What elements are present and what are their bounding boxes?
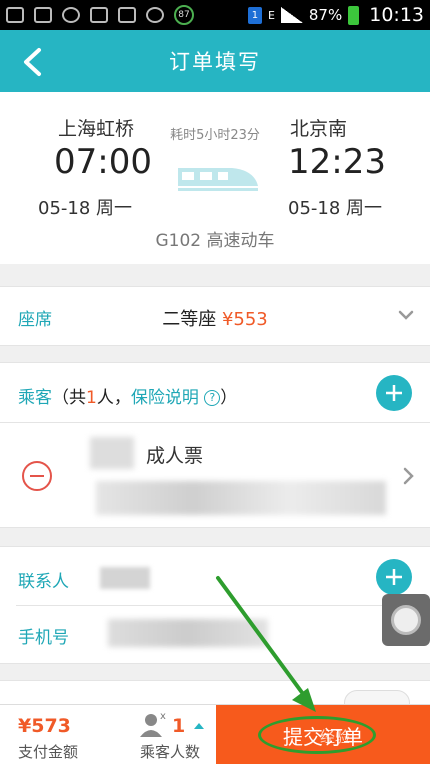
passenger-label: 乘客 <box>18 388 52 408</box>
plus-icon <box>386 385 402 401</box>
train-number: G102 高速动车 <box>155 231 275 251</box>
depart-date: 05-18 周一 <box>38 198 133 219</box>
status-bar: 87 1 E 87% 10:13 <box>0 0 430 30</box>
phone-field[interactable] <box>108 619 268 647</box>
bottom-bar: ¥573 支付金额 x 1 乘客人数 提交订单 <box>0 704 430 764</box>
app-notification-icon <box>146 7 164 23</box>
title-bar: 订单填写 <box>0 30 430 92</box>
blurred-id-number <box>96 481 386 515</box>
clock: 10:13 <box>369 4 424 26</box>
contact-name-label: 联系人 <box>18 572 69 592</box>
passenger-item[interactable]: 成人票 <box>0 422 430 528</box>
notification-count-badge: 87 <box>174 5 194 25</box>
trip-duration: 耗时5小时23分 <box>170 128 260 143</box>
passenger-total-count: 1 <box>172 715 186 737</box>
chevron-left-icon <box>24 48 41 76</box>
seat-value: 二等座 ¥553 <box>0 305 430 331</box>
passenger-count-prefix: （共 <box>52 388 86 408</box>
page-title: 订单填写 <box>169 50 261 74</box>
sim-icon: 1 <box>247 6 262 24</box>
add-passenger-button[interactable] <box>376 375 412 411</box>
total-label: 支付金额 <box>18 743 79 761</box>
passenger-count: 1 <box>86 388 97 408</box>
seat-selector[interactable]: 座席 二等座 ¥553 <box>0 286 430 346</box>
submit-order-button[interactable]: 提交订单 <box>216 705 430 764</box>
ticket-type: 成人票 <box>146 445 204 467</box>
plus-icon <box>386 569 402 585</box>
contact-name-field[interactable] <box>100 567 150 589</box>
remove-passenger-button[interactable] <box>22 461 52 491</box>
insurance-link[interactable]: 保险说明 <box>131 388 199 408</box>
chevron-right-icon <box>403 467 414 485</box>
arrive-date: 05-18 周一 <box>288 198 383 219</box>
add-notification-icon <box>6 7 24 23</box>
passenger-header-text: 乘客（共1人，保险说明 ?） <box>18 383 237 408</box>
battery-percent: 87% <box>308 6 343 24</box>
train-info-card: 上海虹桥 北京南 耗时5小时23分 07:00 12:23 05-18 周一 0… <box>0 92 430 264</box>
divider <box>16 605 414 606</box>
back-button[interactable] <box>12 42 52 82</box>
battery-icon <box>348 5 360 25</box>
blurred-name <box>90 437 134 469</box>
contact-section: 联系人 手机号 <box>0 546 430 664</box>
bullet-train-icon <box>178 168 258 191</box>
seat-price: ¥553 <box>221 309 268 330</box>
notification-icons: 87 <box>6 5 194 25</box>
help-icon[interactable]: ? <box>204 390 221 406</box>
arrive-time: 12:23 <box>288 142 386 182</box>
phone-icon <box>118 7 136 23</box>
gps-icon <box>62 7 80 23</box>
passenger-multiplier: x <box>160 711 166 722</box>
seat-class: 二等座 <box>162 309 217 330</box>
passenger-header: 乘客（共1人，保险说明 ?） <box>0 362 430 422</box>
gallery-notification-icon <box>34 7 52 23</box>
phone-label: 手机号 <box>18 628 69 648</box>
total-price: ¥573 <box>18 715 71 737</box>
chevron-down-icon <box>398 310 414 320</box>
signal-icon <box>280 7 303 23</box>
depart-time: 07:00 <box>54 142 152 182</box>
usb-icon <box>90 7 108 23</box>
expand-up-icon[interactable] <box>194 723 204 729</box>
network-type: E <box>267 8 275 22</box>
passenger-total-label: 乘客人数 <box>140 743 201 761</box>
close-paren: ） <box>220 388 238 408</box>
assistive-touch-button[interactable] <box>382 594 430 646</box>
add-contact-button[interactable] <box>376 559 412 595</box>
assistive-ring-icon <box>391 605 421 635</box>
passenger-count-suffix: 人， <box>96 388 131 408</box>
